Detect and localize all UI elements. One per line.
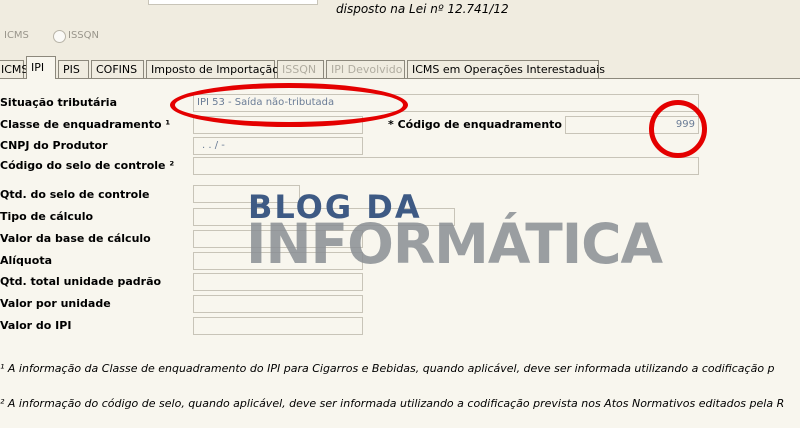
- label-cnpj: CNPJ do Produtor: [0, 139, 108, 152]
- watermark-line2: INFORMÁTICA: [246, 212, 663, 276]
- annotation-circle: [649, 100, 707, 158]
- valor-unidade-input[interactable]: [193, 295, 363, 313]
- label-selo: Código do selo de controle ²: [0, 159, 175, 172]
- tab-label: PIS: [63, 63, 80, 76]
- annotation-ellipse: [170, 83, 408, 127]
- label-qtd-total: Qtd. total unidade padrão: [0, 275, 162, 288]
- label-situacao: Situação tributária: [0, 96, 117, 109]
- tab-label: Imposto de Importação: [151, 63, 279, 76]
- tab-label: IPI Devolvido: [331, 63, 403, 76]
- tab-label: IPI: [31, 61, 45, 74]
- tab-icms[interactable]: ICMS: [0, 60, 28, 78]
- tab-pis[interactable]: PIS: [58, 60, 89, 78]
- cnpj-input[interactable]: . . / -: [193, 137, 363, 155]
- label-codigo-enquadramento: * Código de enquadramento: [388, 118, 562, 131]
- tab-label: ICMS: [1, 63, 29, 76]
- label-aliquota: Alíquota: [0, 254, 52, 267]
- radio-issqn-button[interactable]: [53, 30, 66, 43]
- tab-label: ICMS em Operações Interestaduais: [412, 63, 605, 76]
- tab-imposto-importacao[interactable]: Imposto de Importação: [146, 60, 279, 78]
- tab-cofins[interactable]: COFINS: [91, 60, 144, 78]
- label-base-calculo: Valor da base de cálculo: [0, 232, 151, 245]
- tab-label: ISSQN: [282, 63, 317, 76]
- label-valor-ipi: Valor do IPI: [0, 319, 72, 332]
- tab-label: COFINS: [96, 63, 138, 76]
- footnote-2: ² A informação do código de selo, quando…: [0, 397, 785, 410]
- label-qtd-selo: Qtd. do selo de controle: [0, 188, 150, 201]
- footnote-1: ¹ A informação da Classe de enquadrament…: [0, 362, 775, 375]
- tab-ipi[interactable]: IPI: [26, 56, 56, 79]
- label-tipo-calculo: Tipo de cálculo: [0, 210, 94, 223]
- tab-ipi-devolvido: IPI Devolvido: [326, 60, 405, 78]
- label-valor-unidade: Valor por unidade: [0, 297, 111, 310]
- radio-issqn-label: ISSQN: [68, 30, 99, 41]
- law-text: disposto na Lei nº 12.741/12: [336, 2, 509, 16]
- valor-ipi-input[interactable]: [193, 317, 363, 335]
- label-classe: Classe de enquadramento ¹: [0, 118, 171, 131]
- selo-input[interactable]: [193, 157, 699, 175]
- tab-issqn: ISSQN: [277, 60, 324, 78]
- top-field-edge: [148, 0, 318, 5]
- radio-icms-label: ICMS: [4, 30, 29, 41]
- tab-icms-interestaduais[interactable]: ICMS em Operações Interestaduais: [407, 60, 605, 78]
